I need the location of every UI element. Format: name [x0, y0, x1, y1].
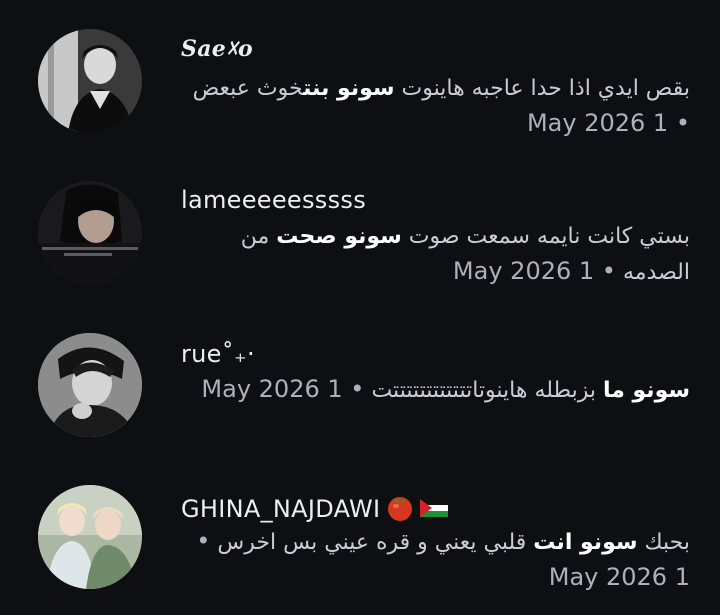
avatar-two-people-icon [38, 485, 142, 589]
comments-list: Sae☓o بقص ايدي اذا حدا عاجبه هاينوت سونو… [0, 0, 720, 615]
username[interactable]: Sae☓o [181, 36, 253, 62]
username-text: GHINA_NAJDAWI [181, 495, 381, 523]
timestamp: • 1 May 2026 [452, 257, 616, 285]
comment-text-part: بحبك [637, 530, 690, 555]
comment-text: بقص ايدي اذا حدا عاجبه هاينوت سونو بنتخو… [180, 72, 690, 142]
comment-text-part: بستي كانت نايمه سمعت صوت [401, 224, 690, 249]
avatar-bw-portrait-icon [38, 29, 142, 133]
comment-text-part: خوث عبعض [192, 76, 304, 101]
comment-text-bold: سونو صحت [276, 224, 402, 249]
comment-text-bold: سونو انت [533, 530, 638, 555]
comment-text: سونو ما بزبطله هاينوتاتتتتتتتتتتتتت • 1 … [180, 372, 690, 408]
comment-text-part: بزبطله هاينوتاتتتتتتتتتتتتت [371, 378, 603, 403]
comment-text-bold: سونو ما [602, 378, 690, 403]
timestamp: • 1 May 2026 [526, 109, 690, 137]
timestamp: • 1 May 2026 [201, 375, 365, 403]
avatar[interactable] [38, 181, 142, 285]
username[interactable]: lameeeeesssss [181, 186, 366, 214]
username-emojis [386, 492, 450, 528]
comment-text-part: قلبي يعني و قره عيني بس اخرس [217, 530, 534, 555]
avatar[interactable] [38, 29, 142, 133]
avatar[interactable] [38, 333, 142, 437]
comment-text: بستي كانت نايمه سمعت صوت سونو صحت من الص… [180, 220, 690, 290]
username[interactable]: GHINA_NAJDAWI [181, 492, 450, 528]
tomato-palestine-flag-icon [388, 497, 449, 521]
avatar-dark-portrait-icon [38, 181, 142, 285]
avatar[interactable] [38, 485, 142, 589]
comment-text: بحبك سونو انت قلبي يعني و قره عيني بس اخ… [180, 524, 690, 596]
comment-text-bold: سونو بنت [303, 76, 395, 101]
comment-text-part: بقص ايدي اذا حدا عاجبه هاينوت [394, 76, 690, 101]
username[interactable]: rue˚₊· [181, 340, 255, 368]
avatar-gray-portrait-icon [38, 333, 142, 437]
